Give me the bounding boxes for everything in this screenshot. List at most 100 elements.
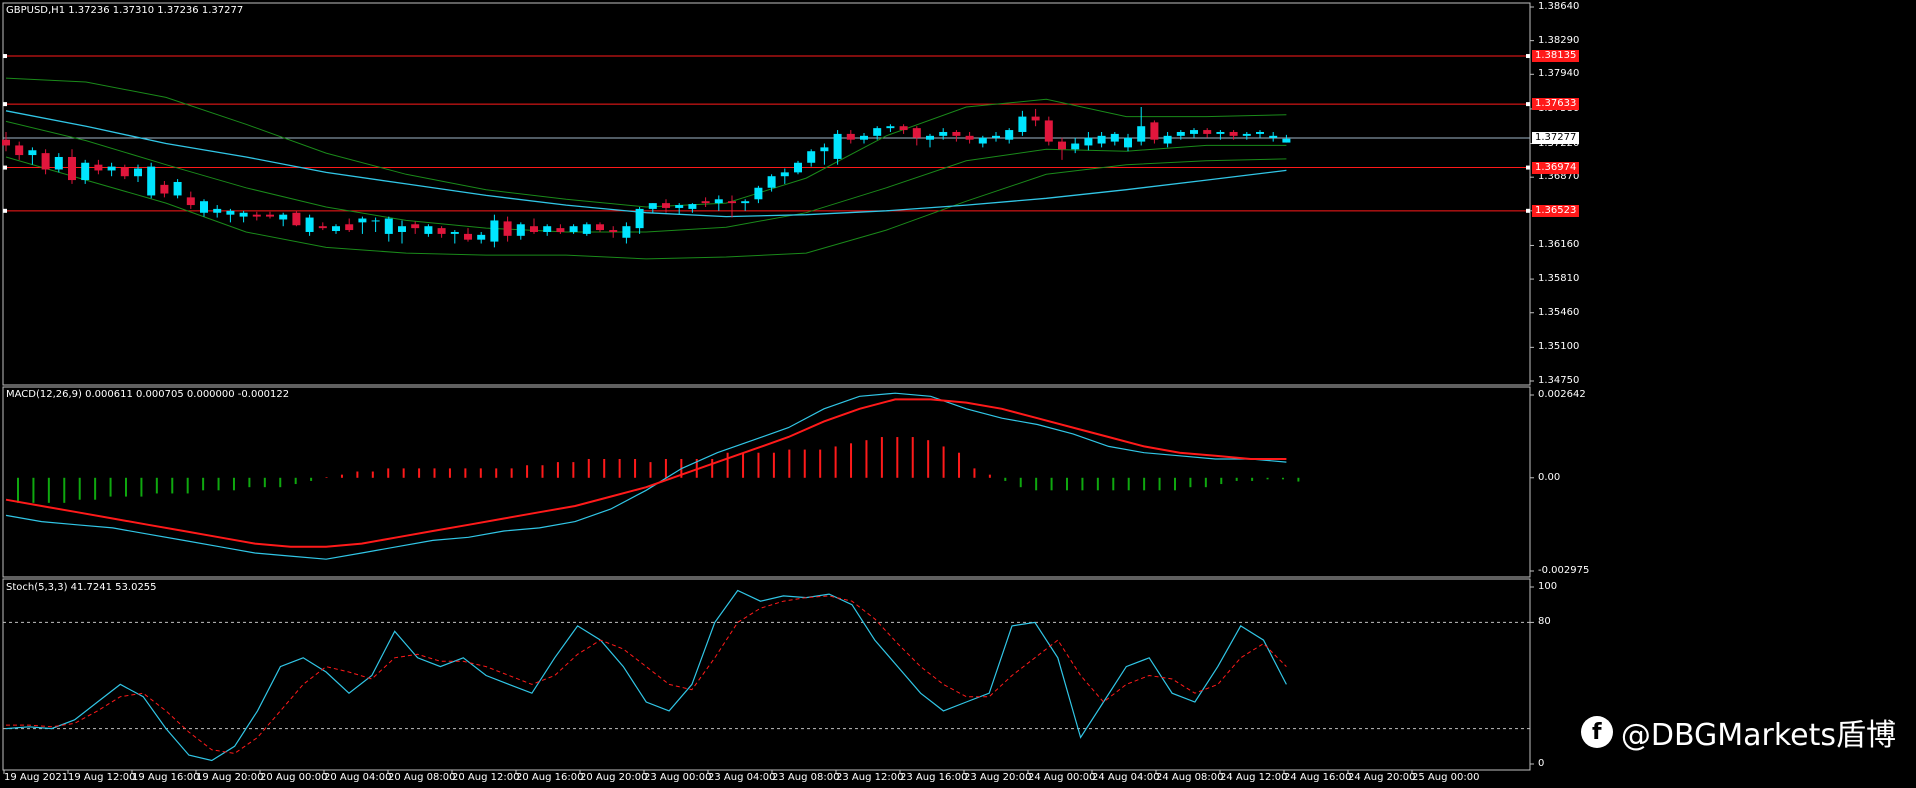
candle-body (926, 135, 934, 140)
candle (952, 130, 961, 142)
time-tick-label: 23 Aug 00:00 (644, 772, 712, 783)
candle-body (332, 226, 340, 232)
candle (543, 224, 552, 236)
time-tick-label: 24 Aug 08:00 (1156, 772, 1224, 783)
candle (1256, 130, 1264, 138)
candle (318, 222, 327, 231)
candle-body (662, 203, 670, 208)
time-tick-label: 23 Aug 16:00 (900, 772, 968, 783)
candle-body (516, 224, 525, 236)
stoch-pane[interactable] (3, 586, 1534, 765)
candle-body (1229, 131, 1238, 136)
candle-body (899, 126, 908, 131)
candle (424, 224, 433, 237)
candle-body (1031, 116, 1040, 121)
candle-body (648, 203, 657, 209)
pane-frames (2, 2, 1531, 771)
candle-body (886, 126, 895, 129)
candle-body (345, 224, 354, 231)
candle-body (622, 226, 631, 238)
candle-body (28, 150, 37, 156)
candle-body (1058, 141, 1066, 150)
candle-body (318, 226, 327, 229)
candle-body (873, 128, 882, 136)
candle (1203, 128, 1212, 138)
stoch-d-line (6, 595, 1287, 754)
candle (1282, 134, 1291, 143)
candle (1005, 128, 1014, 144)
candle (41, 149, 50, 175)
candle-body (767, 176, 776, 188)
candle (635, 206, 644, 234)
candle (965, 131, 974, 144)
time-tick-label: 24 Aug 12:00 (1220, 772, 1288, 783)
price-tick-label: 1.35100 (1538, 341, 1580, 353)
level-price-tag: 1.38135 (1532, 50, 1580, 63)
candle-body (2, 139, 10, 146)
candle-body (978, 137, 987, 144)
candle-body (120, 167, 129, 177)
candle-body (1163, 135, 1172, 144)
candle (582, 222, 591, 236)
candle (94, 159, 103, 175)
level-anchor-handle (3, 54, 7, 59)
candle (107, 162, 116, 177)
candle (1124, 133, 1132, 152)
candle (1031, 108, 1040, 127)
candle (54, 153, 63, 173)
candle (860, 132, 868, 144)
candle (266, 211, 274, 219)
candle (780, 168, 789, 184)
macd-pane-title: MACD(12,26,9) 0.000611 0.000705 0.000000… (6, 389, 290, 400)
candle (516, 222, 525, 240)
macd-tick-label: 0.00 (1538, 471, 1561, 483)
time-tick-label: 24 Aug 20:00 (1348, 772, 1416, 783)
stoch-pane-title: Stoch(5,3,3) 41.7241 53.0255 (6, 582, 157, 593)
macd-tick-label: 0.002642 (1538, 389, 1586, 400)
candle-body (15, 145, 24, 156)
candle-body (833, 133, 842, 159)
candle-body (384, 218, 393, 234)
time-tick-label: 24 Aug 04:00 (1092, 772, 1160, 783)
candle (1190, 128, 1198, 138)
candle (384, 216, 393, 242)
candle-body (701, 201, 710, 204)
candle (279, 212, 288, 227)
candle-body (213, 208, 222, 213)
candle-body (411, 224, 420, 229)
candle-body (477, 234, 486, 240)
candle-body (635, 208, 644, 229)
candle-body (292, 212, 301, 226)
candle (28, 147, 37, 165)
candle (992, 131, 1000, 142)
candle (503, 216, 512, 242)
candle-body (543, 226, 552, 232)
candle-body (1190, 130, 1198, 134)
candle-body (424, 226, 433, 234)
candle (200, 199, 208, 217)
candle-body (965, 135, 974, 140)
candle-body (107, 166, 116, 171)
candle (820, 143, 829, 165)
candle-body (1203, 130, 1212, 134)
price-tick-label: 1.34750 (1538, 375, 1580, 386)
candle (741, 199, 750, 211)
candle-body (398, 226, 406, 232)
candle (239, 210, 248, 223)
candle-body (1176, 131, 1185, 136)
candle (1071, 137, 1080, 154)
macd-pane[interactable] (5, 392, 1534, 572)
bollinger-upper-line (5, 77, 1287, 208)
candle-body (1097, 135, 1106, 144)
stoch-k-line (5, 589, 1287, 762)
candle (1044, 116, 1053, 146)
candle (450, 230, 459, 244)
bollinger-lower-line (5, 156, 1287, 260)
candle (147, 162, 156, 199)
candle-body (358, 218, 367, 223)
candle-body (1242, 133, 1251, 136)
time-tick-label: 24 Aug 00:00 (1028, 772, 1096, 783)
candle-body (1005, 130, 1014, 140)
level-anchor-handle (3, 208, 7, 213)
candle-body (1216, 131, 1225, 134)
